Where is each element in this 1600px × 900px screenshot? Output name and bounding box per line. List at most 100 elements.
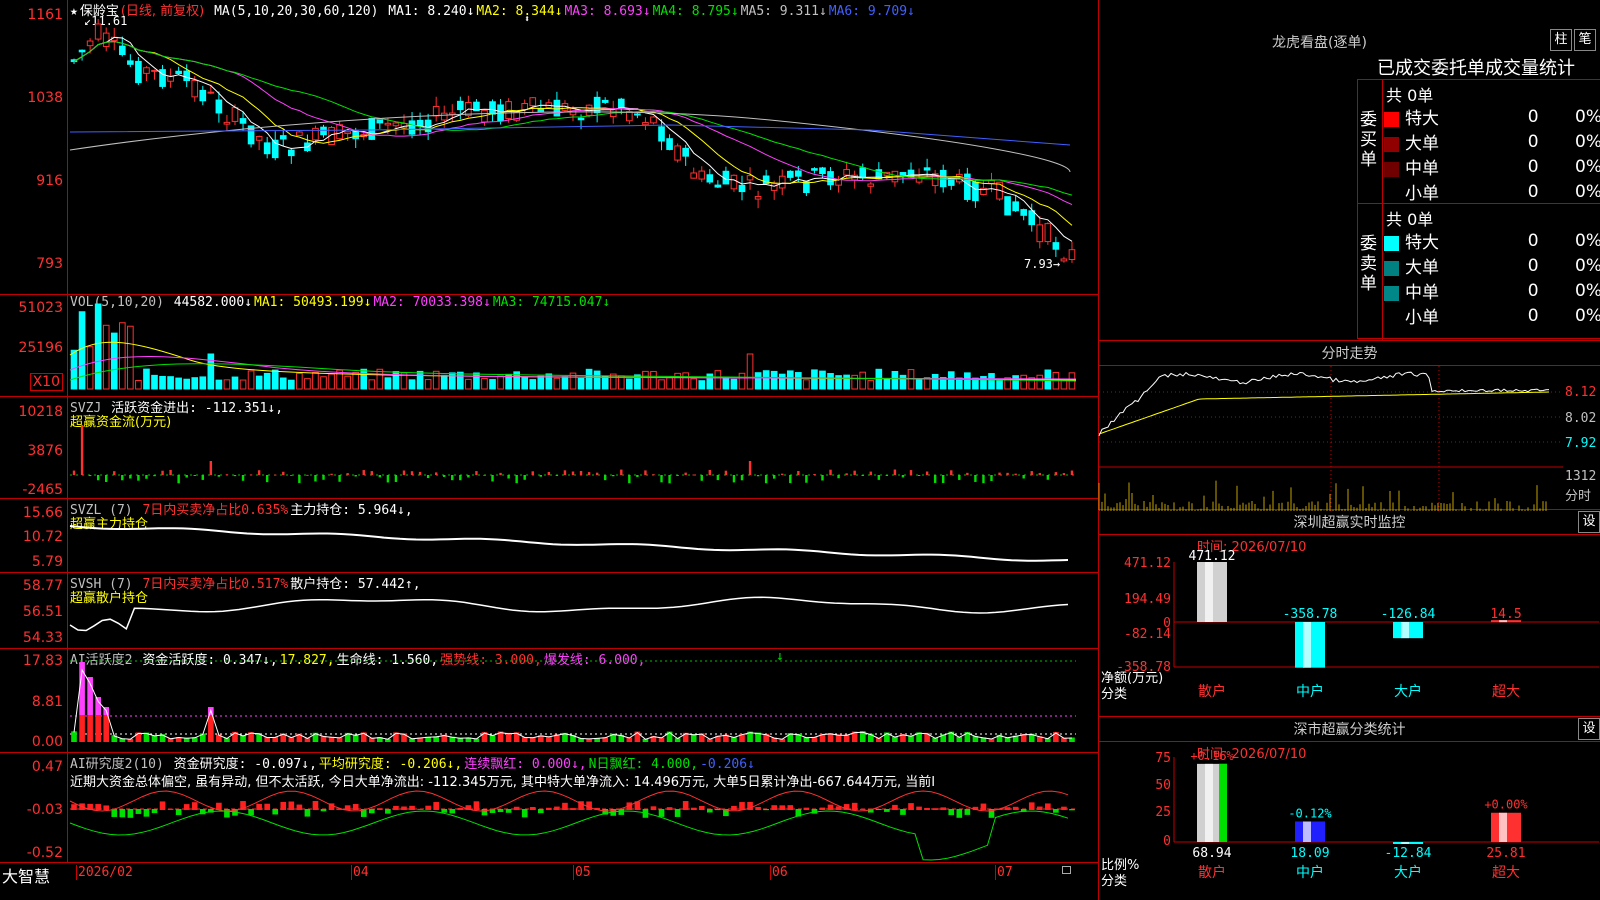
classify-chart[interactable]: 75 50 25 0 68.94 +0.16% 散户 18.09 -0.12% 中户 -12.84 大… [1099,717,1600,900]
flow-bar [942,475,945,483]
candle [416,119,424,127]
candle [1052,242,1060,250]
volume-chart[interactable] [69,295,1077,397]
svzj-chart[interactable] [70,397,1076,499]
longhu-row: 大单 0 0% [1384,253,1600,278]
candle [352,130,360,140]
ai-activity-chart[interactable] [70,649,1076,753]
category-bar-highlight [1401,622,1409,639]
fenshi-panel[interactable]: 分时走势 8.12 8.02 7.92 1312 分时 [1098,340,1600,511]
research-bar [409,805,415,810]
volume-bar [537,375,545,390]
kline-chart[interactable] [69,0,1076,295]
volume-bar [328,373,335,390]
research-bar [1053,809,1059,813]
flow-bar [700,475,703,481]
volume-bar [706,373,714,390]
research-bar [481,809,488,816]
longhu-tabs[interactable]: 已成交委托单成交量统计 [1377,54,1600,80]
ai-research-chart[interactable] [69,753,1076,863]
ai-activity-pane[interactable]: 17.83 8.81 0.00 AI活跃度2 资金活跃度: 0.347↓, 17.… [0,649,1098,753]
volume-bar [110,332,118,390]
research-bar [320,809,327,812]
flow-bar [684,472,687,475]
research-bar [1036,806,1043,810]
volume-bar [368,379,376,390]
volume-bar [497,375,504,390]
order-size-label: 大单 [1384,129,1513,154]
candle [175,70,182,75]
flow-bar [531,471,534,475]
flow-bar [418,471,422,475]
bar-value-label: 18.09 [1290,846,1329,861]
flow-bar [772,475,776,479]
bar-mode-button[interactable]: 柱 [1550,29,1572,51]
svsh-pane[interactable]: 58.77 56.51 54.33 SVSH (7) 7日内买卖净占比0.517… [0,573,1098,649]
candle [899,172,907,176]
research-bar [755,806,761,810]
candle [754,196,762,200]
candle [151,69,158,72]
kline-pane[interactable]: 1161 1038 916 793 ★ 保龄宝 (日线, 前复权) MA(5,10,… [0,0,1098,295]
volume-bar [440,374,448,390]
research-bar [103,805,110,810]
activity-bar [103,715,110,742]
research-bar [827,804,834,810]
bar-value-label: -358.78 [1283,607,1338,622]
research-bar [505,809,512,813]
flow-bar [555,475,559,476]
candle [666,138,673,150]
y-tick: 194.49 [1124,592,1171,607]
x-tick: 2026/02 [76,865,133,880]
flow-bar [789,475,792,484]
svzj-y-axis: 10218 3876 -2465 [0,397,68,498]
research-bar [352,804,359,810]
flow-bar [821,475,824,481]
lock-icon[interactable] [1062,866,1071,874]
y-tick: -82.14 [1124,627,1171,642]
research-bar [521,809,528,818]
flow-bar [282,471,285,475]
volume-y-axis: 51023 25196 X10 [0,295,68,396]
y-tick: 10218 [18,404,63,420]
longhu-title: 龙虎看盘(逐单) [1272,35,1367,51]
candle [738,184,746,193]
volume-bar [457,371,464,390]
fenshi-chart[interactable] [1098,366,1563,511]
flow-bar [201,475,204,480]
flow-bar [451,475,454,481]
longhu-row: 大单 0 0% [1384,129,1600,154]
svzj-pane[interactable]: 10218 3876 -2465 SVZJ 活跃资金进出: -112.351↓,… [0,397,1098,499]
volume-bar [279,377,287,390]
volume-bar [851,374,858,390]
volume-bar [247,370,255,390]
tick-mode-button[interactable]: 笔 [1574,29,1596,51]
order-size-label: 特大 [1384,228,1513,253]
flow-bar [740,475,744,481]
research-bar [288,801,295,810]
sell-total: 共 0单 [1386,210,1434,229]
order-count: 0 [1527,156,1539,177]
buy-label: 委买单 [1360,110,1377,170]
svzl-pane[interactable]: 15.66 10.72 5.79 SVZL (7) 7日内买卖净占比0.635%… [0,499,1098,573]
flow-bar [443,475,446,477]
svsh-chart[interactable] [69,573,1076,649]
sell-label: 委卖单 [1360,234,1377,294]
research-bar [851,802,858,810]
ma-line [73,36,1073,242]
volume-bar [183,378,191,390]
ai-research-pane[interactable]: 0.47 -0.03 -0.52 AI研究度2(10) 资金研究度: -0.09… [0,753,1098,863]
volume-bar [465,378,472,390]
candle [408,120,416,135]
fenshi-title: 分时走势 [1321,346,1378,362]
research-bar [95,804,101,810]
research-bar [787,805,794,810]
volume-bar [947,371,955,390]
volume-pane[interactable]: 51023 25196 X10 VOL(5,10,20) 44582.000↓ M… [0,295,1098,397]
monitor-chart[interactable]: 471.12194.490-82.14-358.78471.12散户-358.7… [1099,510,1600,717]
activity-bar [95,715,101,742]
x-axis: 大智慧 2026/02 04 05 06 07 [0,863,1098,900]
flow-bar [861,475,864,476]
svzl-chart[interactable] [69,499,1076,573]
flow-bar [185,475,188,478]
